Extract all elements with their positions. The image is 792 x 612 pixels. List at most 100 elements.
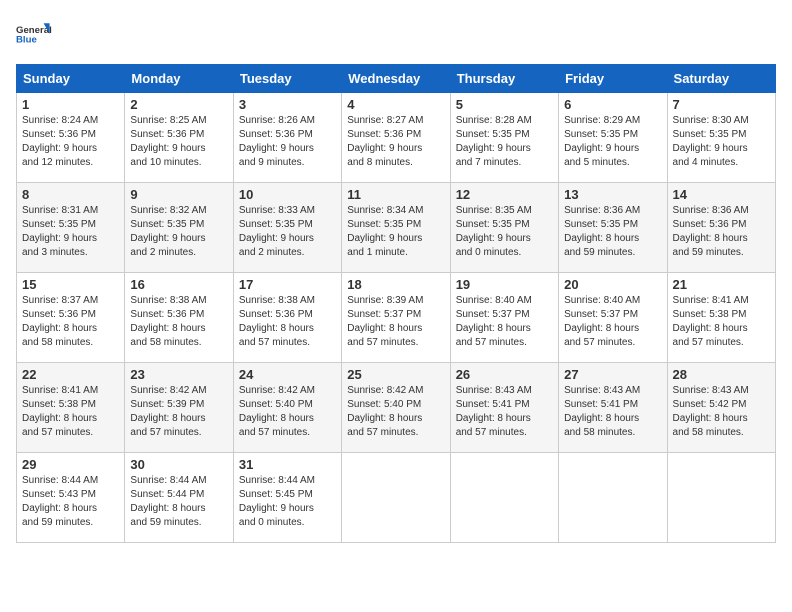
day-info: Sunrise: 8:24 AM Sunset: 5:36 PM Dayligh… (22, 114, 119, 170)
day-number: 29 (22, 457, 119, 472)
table-row: 25 Sunrise: 8:42 AM Sunset: 5:40 PM Dayli… (342, 363, 450, 453)
day-number: 6 (564, 97, 661, 112)
table-row: 31 Sunrise: 8:44 AM Sunset: 5:45 PM Dayli… (233, 453, 341, 543)
table-row: 11 Sunrise: 8:34 AM Sunset: 5:35 PM Dayli… (342, 183, 450, 273)
day-number: 22 (22, 367, 119, 382)
day-number: 4 (347, 97, 444, 112)
day-number: 5 (456, 97, 553, 112)
table-row: 24 Sunrise: 8:42 AM Sunset: 5:40 PM Dayli… (233, 363, 341, 453)
day-info: Sunrise: 8:36 AM Sunset: 5:36 PM Dayligh… (673, 204, 770, 260)
day-info: Sunrise: 8:25 AM Sunset: 5:36 PM Dayligh… (130, 114, 227, 170)
table-row: 14Sunrise: 8:36 AM Sunset: 5:36 PM Dayli… (667, 183, 775, 273)
day-info: Sunrise: 8:33 AM Sunset: 5:35 PM Dayligh… (239, 204, 336, 260)
day-number: 18 (347, 277, 444, 292)
day-info: Sunrise: 8:42 AM Sunset: 5:39 PM Dayligh… (130, 384, 227, 440)
day-info: Sunrise: 8:29 AM Sunset: 5:35 PM Dayligh… (564, 114, 661, 170)
day-info: Sunrise: 8:31 AM Sunset: 5:35 PM Dayligh… (22, 204, 119, 260)
table-row: 3 Sunrise: 8:26 AM Sunset: 5:36 PM Daylig… (233, 93, 341, 183)
day-number: 28 (673, 367, 770, 382)
table-row: 10 Sunrise: 8:33 AM Sunset: 5:35 PM Dayli… (233, 183, 341, 273)
logo-svg: General Blue (16, 16, 52, 52)
day-info: Sunrise: 8:39 AM Sunset: 5:37 PM Dayligh… (347, 294, 444, 350)
day-number: 30 (130, 457, 227, 472)
table-row: 26 Sunrise: 8:43 AM Sunset: 5:41 PM Dayli… (450, 363, 558, 453)
day-info: Sunrise: 8:38 AM Sunset: 5:36 PM Dayligh… (239, 294, 336, 350)
day-number: 9 (130, 187, 227, 202)
day-number: 23 (130, 367, 227, 382)
day-number: 24 (239, 367, 336, 382)
table-row: 9 Sunrise: 8:32 AM Sunset: 5:35 PM Daylig… (125, 183, 233, 273)
table-row: 19 Sunrise: 8:40 AM Sunset: 5:37 PM Dayli… (450, 273, 558, 363)
day-number: 27 (564, 367, 661, 382)
col-header-sunday: Sunday (17, 65, 125, 93)
day-number: 26 (456, 367, 553, 382)
day-info: Sunrise: 8:36 AM Sunset: 5:35 PM Dayligh… (564, 204, 661, 260)
table-row: 21 Sunrise: 8:41 AM Sunset: 5:38 PM Dayli… (667, 273, 775, 363)
day-number: 21 (673, 277, 770, 292)
day-number: 25 (347, 367, 444, 382)
table-row: 2 Sunrise: 8:25 AM Sunset: 5:36 PM Daylig… (125, 93, 233, 183)
col-header-monday: Monday (125, 65, 233, 93)
day-number: 20 (564, 277, 661, 292)
day-number: 7 (673, 97, 770, 112)
day-number: 1 (22, 97, 119, 112)
day-info: Sunrise: 8:27 AM Sunset: 5:36 PM Dayligh… (347, 114, 444, 170)
table-row (667, 453, 775, 543)
day-info: Sunrise: 8:41 AM Sunset: 5:38 PM Dayligh… (22, 384, 119, 440)
day-info: Sunrise: 8:26 AM Sunset: 5:36 PM Dayligh… (239, 114, 336, 170)
day-number: 3 (239, 97, 336, 112)
day-number: 10 (239, 187, 336, 202)
day-number: 31 (239, 457, 336, 472)
table-row (450, 453, 558, 543)
day-info: Sunrise: 8:28 AM Sunset: 5:35 PM Dayligh… (456, 114, 553, 170)
col-header-saturday: Saturday (667, 65, 775, 93)
calendar-table: SundayMondayTuesdayWednesdayThursdayFrid… (16, 64, 776, 543)
logo: General Blue (16, 16, 52, 52)
table-row: 15 Sunrise: 8:37 AM Sunset: 5:36 PM Dayli… (17, 273, 125, 363)
day-info: Sunrise: 8:40 AM Sunset: 5:37 PM Dayligh… (456, 294, 553, 350)
table-row: 29 Sunrise: 8:44 AM Sunset: 5:43 PM Dayli… (17, 453, 125, 543)
day-number: 12 (456, 187, 553, 202)
day-info: Sunrise: 8:43 AM Sunset: 5:41 PM Dayligh… (564, 384, 661, 440)
table-row: 20 Sunrise: 8:40 AM Sunset: 5:37 PM Dayli… (559, 273, 667, 363)
day-info: Sunrise: 8:35 AM Sunset: 5:35 PM Dayligh… (456, 204, 553, 260)
day-info: Sunrise: 8:43 AM Sunset: 5:41 PM Dayligh… (456, 384, 553, 440)
col-header-friday: Friday (559, 65, 667, 93)
table-row: 12 Sunrise: 8:35 AM Sunset: 5:35 PM Dayli… (450, 183, 558, 273)
day-info: Sunrise: 8:30 AM Sunset: 5:35 PM Dayligh… (673, 114, 770, 170)
page-header: General Blue (16, 16, 776, 52)
day-number: 16 (130, 277, 227, 292)
day-number: 8 (22, 187, 119, 202)
day-info: Sunrise: 8:34 AM Sunset: 5:35 PM Dayligh… (347, 204, 444, 260)
day-info: Sunrise: 8:42 AM Sunset: 5:40 PM Dayligh… (239, 384, 336, 440)
table-row: 27 Sunrise: 8:43 AM Sunset: 5:41 PM Dayli… (559, 363, 667, 453)
table-row: 6 Sunrise: 8:29 AM Sunset: 5:35 PM Daylig… (559, 93, 667, 183)
day-number: 15 (22, 277, 119, 292)
day-info: Sunrise: 8:37 AM Sunset: 5:36 PM Dayligh… (22, 294, 119, 350)
day-number: 2 (130, 97, 227, 112)
day-info: Sunrise: 8:44 AM Sunset: 5:44 PM Dayligh… (130, 474, 227, 530)
table-row: 23 Sunrise: 8:42 AM Sunset: 5:39 PM Dayli… (125, 363, 233, 453)
day-number: 11 (347, 187, 444, 202)
table-row: 16 Sunrise: 8:38 AM Sunset: 5:36 PM Dayli… (125, 273, 233, 363)
table-row: 30 Sunrise: 8:44 AM Sunset: 5:44 PM Dayli… (125, 453, 233, 543)
day-info: Sunrise: 8:40 AM Sunset: 5:37 PM Dayligh… (564, 294, 661, 350)
col-header-wednesday: Wednesday (342, 65, 450, 93)
table-row: 13Sunrise: 8:36 AM Sunset: 5:35 PM Dayli… (559, 183, 667, 273)
table-row: 1 Sunrise: 8:24 AM Sunset: 5:36 PM Daylig… (17, 93, 125, 183)
day-info: Sunrise: 8:32 AM Sunset: 5:35 PM Dayligh… (130, 204, 227, 260)
day-info: Sunrise: 8:42 AM Sunset: 5:40 PM Dayligh… (347, 384, 444, 440)
day-info: Sunrise: 8:44 AM Sunset: 5:45 PM Dayligh… (239, 474, 336, 530)
table-row (559, 453, 667, 543)
day-info: Sunrise: 8:41 AM Sunset: 5:38 PM Dayligh… (673, 294, 770, 350)
table-row: 18 Sunrise: 8:39 AM Sunset: 5:37 PM Dayli… (342, 273, 450, 363)
svg-text:Blue: Blue (16, 34, 37, 45)
day-info: Sunrise: 8:44 AM Sunset: 5:43 PM Dayligh… (22, 474, 119, 530)
table-row: 4 Sunrise: 8:27 AM Sunset: 5:36 PM Daylig… (342, 93, 450, 183)
table-row (342, 453, 450, 543)
day-number: 19 (456, 277, 553, 292)
table-row: 7 Sunrise: 8:30 AM Sunset: 5:35 PM Daylig… (667, 93, 775, 183)
col-header-thursday: Thursday (450, 65, 558, 93)
table-row: 28Sunrise: 8:43 AM Sunset: 5:42 PM Dayli… (667, 363, 775, 453)
day-info: Sunrise: 8:38 AM Sunset: 5:36 PM Dayligh… (130, 294, 227, 350)
